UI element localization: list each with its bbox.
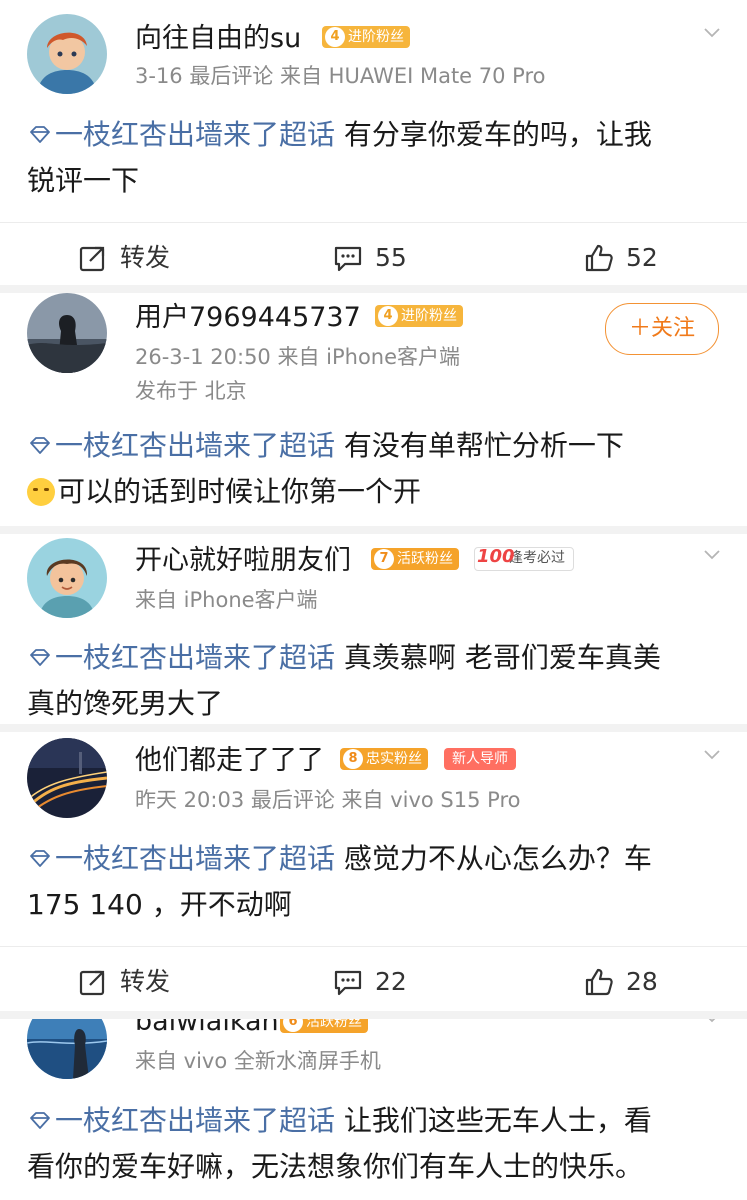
supertopic-icon xyxy=(27,849,53,869)
post-text-line1: 让我们这些无车人士，看 xyxy=(335,1104,652,1137)
post-meta: 26-3-1 20:50 来自 iPhone客户端 xyxy=(135,345,461,369)
avatar[interactable] xyxy=(27,14,107,94)
topic-label: 一枝红杏出墙来了超话 xyxy=(55,1104,336,1137)
chevron-down-icon[interactable] xyxy=(703,1019,721,1027)
topic-link[interactable]: 一枝红杏出墙来了超话 xyxy=(27,118,335,151)
post-text-line2: 可以的话到时候让你第一个开 xyxy=(57,475,422,508)
post-3[interactable]: 开心就好啦朋友们 7 活跃粉丝 100 逢考必过 来自 iPhone客户端 一枝… xyxy=(0,534,747,724)
post-text-line2: 真的馋死男大了 xyxy=(27,687,224,720)
fan-badge-label: 活跃粉丝 xyxy=(306,1019,362,1030)
supertopic-icon xyxy=(27,436,53,456)
hundred-points-icon: 100 xyxy=(477,546,515,567)
post-text-line1: 有没有单帮忙分析一下 xyxy=(335,429,624,462)
fan-badge[interactable]: 7 活跃粉丝 xyxy=(371,548,459,570)
fan-badge-label: 活跃粉丝 xyxy=(397,551,453,567)
follow-button[interactable]: ＋关注 xyxy=(605,303,719,355)
topic-link[interactable]: 一枝红杏出墙来了超话 xyxy=(27,1104,335,1137)
chevron-down-icon[interactable] xyxy=(703,546,721,564)
post-text: 一枝红杏出墙来了超话 让我们这些无车人士，看 看你的爱车好嘛，无法想象你们有车人… xyxy=(27,1098,717,1190)
post-meta: 来自 iPhone客户端 xyxy=(135,588,318,612)
like-count: 52 xyxy=(626,243,658,272)
repost-icon xyxy=(78,967,108,997)
topic-link[interactable]: 一枝红杏出墙来了超话 xyxy=(27,842,335,875)
exam-badge-label: 逢考必过 xyxy=(509,550,565,566)
topic-link[interactable]: 一枝红杏出墙来了超话 xyxy=(27,429,335,462)
username[interactable]: 向往自由的su xyxy=(135,22,301,56)
avatar[interactable] xyxy=(27,293,107,373)
topic-label: 一枝红杏出墙来了超话 xyxy=(55,429,336,462)
fan-badge-label: 进阶粉丝 xyxy=(401,308,457,324)
post-4[interactable]: 他们都走了了了 8 忠实粉丝 新人导师 昨天 20:03 最后评论 来自 viv… xyxy=(0,732,747,1011)
post-meta: 昨天 20:03 最后评论 来自 vivo S15 Pro xyxy=(135,788,521,812)
repost-icon xyxy=(78,243,108,273)
chevron-down-icon[interactable] xyxy=(703,24,721,42)
fan-level: 6 xyxy=(283,1019,303,1032)
avatar[interactable] xyxy=(27,538,107,618)
username[interactable]: 开心就好啦朋友们 xyxy=(135,544,351,578)
supertopic-icon xyxy=(27,648,53,668)
avatar[interactable] xyxy=(27,738,107,818)
fan-level: 4 xyxy=(325,27,345,47)
action-bar: 转发 55 52 xyxy=(0,222,747,293)
post-1[interactable]: 向往自由的su 4 进阶粉丝 3-16 最后评论 来自 HUAWEI Mate … xyxy=(0,0,747,285)
fan-level: 7 xyxy=(374,549,394,569)
post-location: 发布于 北京 xyxy=(135,379,247,403)
fan-badge[interactable]: 4 进阶粉丝 xyxy=(322,26,410,48)
fan-badge-label: 忠实粉丝 xyxy=(366,751,422,767)
fan-badge[interactable]: 6 活跃粉丝 xyxy=(280,1019,368,1033)
fan-badge-label: 进阶粉丝 xyxy=(348,29,404,45)
separator xyxy=(0,1011,747,1019)
fan-level: 4 xyxy=(378,306,398,326)
topic-label: 一枝红杏出墙来了超话 xyxy=(55,118,336,151)
separator xyxy=(0,526,747,534)
post-text: 一枝红杏出墙来了超话 感觉力不从心怎么办？车 175 140 ，开不动啊 xyxy=(27,836,717,928)
username[interactable]: 他们都走了了了 xyxy=(135,744,324,778)
post-text-line1: 有分享你爱车的吗，让我 xyxy=(335,118,652,151)
mentor-badge[interactable]: 新人导师 xyxy=(444,748,516,770)
post-text-line2: 175 140 ，开不动啊 xyxy=(27,888,292,921)
exam-badge[interactable]: 100 逢考必过 xyxy=(474,547,574,571)
fan-badge[interactable]: 4 进阶粉丝 xyxy=(375,305,463,327)
post-2[interactable]: 用户7969445737 4 进阶粉丝 ＋关注 26-3-1 20:50 来自 … xyxy=(0,293,747,526)
topic-link[interactable]: 一枝红杏出墙来了超话 xyxy=(27,641,335,674)
comment-icon xyxy=(333,243,363,273)
repost-label: 转发 xyxy=(120,243,171,272)
chevron-down-icon[interactable] xyxy=(703,746,721,764)
post-5[interactable]: baiwiaikan 6 活跃粉丝 来自 vivo 全新水滴屏手机 一枝红杏出墙… xyxy=(0,1019,747,1200)
post-meta: 来自 vivo 全新水滴屏手机 xyxy=(135,1049,381,1073)
post-meta: 3-16 最后评论 来自 HUAWEI Mate 70 Pro xyxy=(135,64,546,88)
like-icon xyxy=(584,967,614,997)
like-icon xyxy=(584,243,614,273)
post-text: 一枝红杏出墙来了超话 有没有单帮忙分析一下 可以的话到时候让你第一个开 xyxy=(27,423,717,515)
fan-level: 8 xyxy=(343,749,363,769)
separator xyxy=(0,724,747,732)
topic-label: 一枝红杏出墙来了超话 xyxy=(55,641,336,674)
repost-label: 转发 xyxy=(120,967,171,996)
username[interactable]: baiwiaikan xyxy=(135,1019,279,1039)
post-text: 一枝红杏出墙来了超话 真羡慕啊 老哥们爱车真美 真的馋死男大了 xyxy=(27,635,717,727)
separator xyxy=(0,285,747,293)
crying-emoji-icon xyxy=(27,478,55,506)
post-text-line2: 看你的爱车好嘛，无法想象你们有车人士的快乐。 xyxy=(27,1150,644,1183)
comment-count: 55 xyxy=(375,243,407,272)
post-text-line1: 真羡慕啊 老哥们爱车真美 xyxy=(335,641,661,674)
avatar[interactable] xyxy=(27,1019,107,1079)
topic-label: 一枝红杏出墙来了超话 xyxy=(55,842,336,875)
comment-count: 22 xyxy=(375,967,407,996)
supertopic-icon xyxy=(27,1111,53,1131)
supertopic-icon xyxy=(27,125,53,145)
post-text-line1: 感觉力不从心怎么办？车 xyxy=(335,842,652,875)
comment-icon xyxy=(333,967,363,997)
username[interactable]: 用户7969445737 xyxy=(135,301,361,335)
like-count: 28 xyxy=(626,967,658,996)
post-text: 一枝红杏出墙来了超话 有分享你爱车的吗，让我 锐评一下 xyxy=(27,112,717,204)
action-bar: 转发 22 28 xyxy=(0,946,747,1017)
post-text-line2: 锐评一下 xyxy=(27,164,140,197)
fan-badge[interactable]: 8 忠实粉丝 xyxy=(340,748,428,770)
